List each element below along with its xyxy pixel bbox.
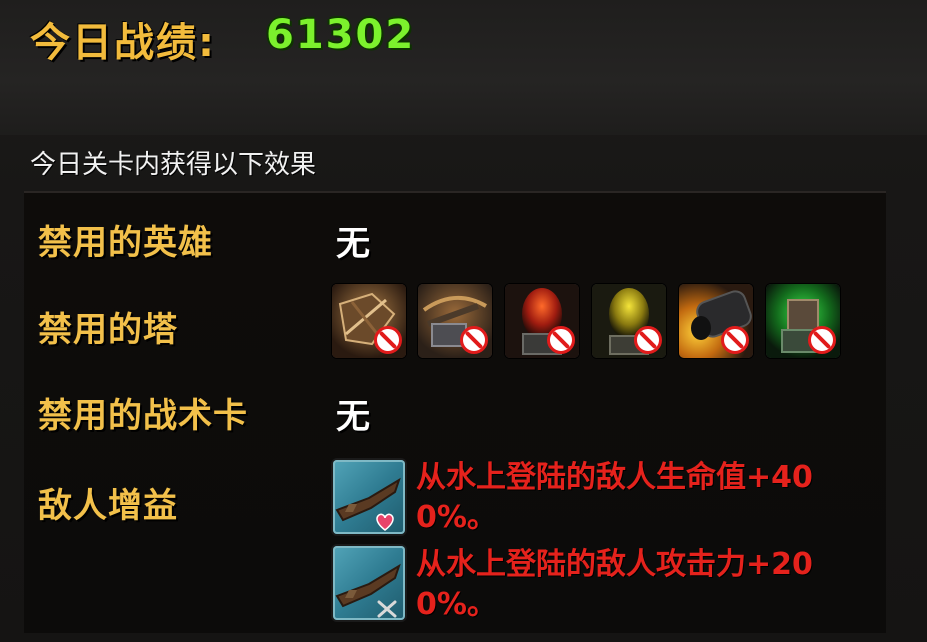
score-value: 61302	[266, 12, 416, 58]
banned-heroes-value: 无	[336, 224, 370, 264]
score-label: 今日战绩:	[30, 20, 216, 66]
ban-icon	[547, 326, 575, 354]
banned-heroes-label: 禁用的英雄	[38, 223, 213, 263]
buff-attack-text: 从水上登陆的敌人攻击力+200%。	[416, 547, 813, 622]
banned-towers-label: 禁用的塔	[38, 310, 178, 350]
green-mech-tower-icon[interactable]	[766, 284, 840, 358]
banned-cards-label: 禁用的战术卡	[38, 396, 248, 436]
cannon-tower-icon[interactable]	[679, 284, 753, 358]
ban-icon	[808, 326, 836, 354]
ban-icon	[374, 326, 402, 354]
fire-tower-icon[interactable]	[505, 284, 579, 358]
ballista-tower-icon[interactable]	[418, 284, 492, 358]
effects-title: 今日关卡内获得以下效果	[30, 150, 317, 180]
ban-icon	[721, 326, 749, 354]
banned-cards-value: 无	[336, 397, 370, 437]
boat-swords-icon[interactable]	[333, 546, 405, 620]
ban-icon	[460, 326, 488, 354]
enemy-buffs-label: 敌人增益	[38, 486, 178, 526]
poison-tower-icon[interactable]	[592, 284, 666, 358]
buff-health-text: 从水上登陆的敌人生命值+400%。	[416, 460, 813, 535]
boat-heart-icon[interactable]	[333, 460, 405, 534]
ban-icon	[634, 326, 662, 354]
crossbow-tower-icon[interactable]	[332, 284, 406, 358]
